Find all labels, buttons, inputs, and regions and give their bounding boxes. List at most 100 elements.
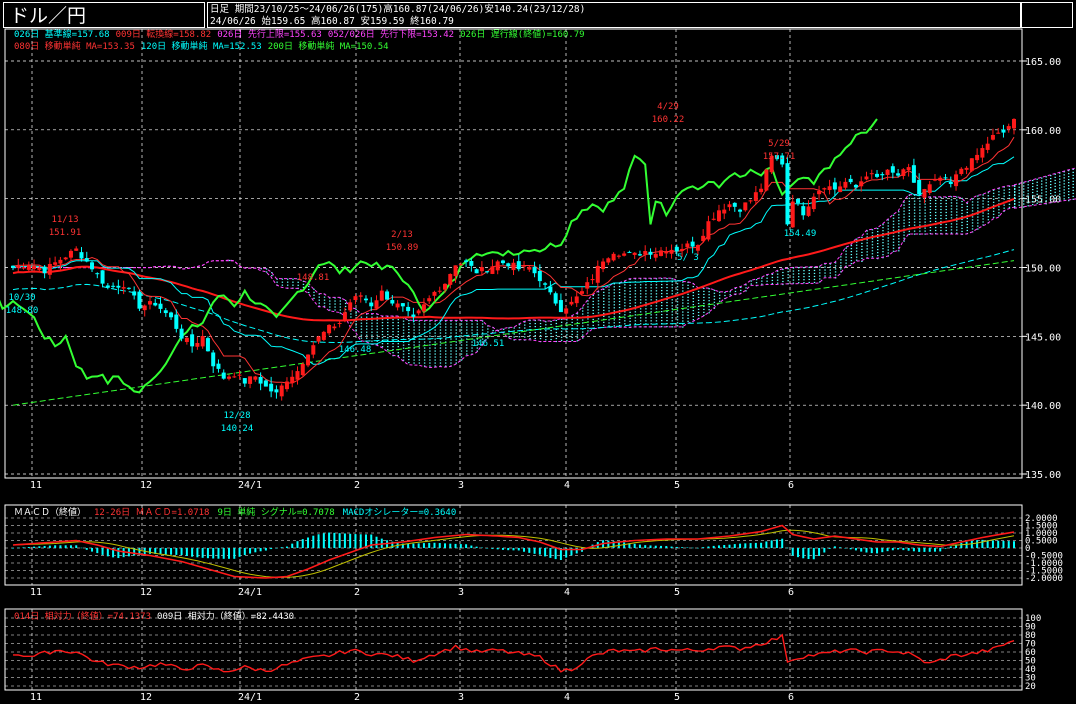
cloud-dot <box>1023 197 1025 199</box>
cloud-dot <box>476 329 479 331</box>
cloud-dot <box>629 299 631 301</box>
cloud-dot <box>771 282 774 285</box>
cloud-dot <box>661 310 663 313</box>
cloud-dot <box>418 356 421 358</box>
cloud-dot <box>550 320 552 323</box>
histogram-bar <box>486 548 489 549</box>
candle-body <box>184 337 189 343</box>
cloud-dot <box>692 298 695 300</box>
cloud-dot <box>650 287 652 289</box>
histogram-bar <box>275 547 278 549</box>
cloud-dot <box>418 323 421 325</box>
histogram-bar <box>544 548 547 557</box>
cloud-dot <box>355 314 357 316</box>
cloud-dot <box>850 260 853 262</box>
cloud-dot <box>434 329 436 331</box>
cloud-dot <box>408 352 410 355</box>
cloud-dot <box>445 338 447 340</box>
cloud-dot <box>934 217 937 220</box>
histogram-bar <box>433 542 436 548</box>
cloud-dot <box>850 257 853 259</box>
histogram-bar <box>465 544 468 548</box>
cloud-dot <box>445 335 447 337</box>
cloud-dot <box>1045 182 1047 184</box>
cloud-dot <box>840 256 842 258</box>
cloud-dot <box>418 326 421 328</box>
cloud-dot <box>550 329 552 332</box>
cloud-dot <box>1050 180 1052 183</box>
cloud-dot <box>776 276 779 278</box>
cloud-dot <box>376 319 378 321</box>
cloud-dot <box>924 230 926 232</box>
cloud-dot <box>418 353 421 355</box>
candle-body <box>659 250 664 256</box>
cloud-dot <box>1018 186 1020 188</box>
cloud-dot <box>360 331 363 333</box>
cloud-dot <box>676 322 679 324</box>
cloud-dot <box>450 353 452 355</box>
cloud-dot <box>919 215 921 217</box>
cloud-dot <box>555 337 558 340</box>
cloud-dot <box>1063 186 1065 188</box>
cloud-dot <box>608 307 610 309</box>
cloud-dot <box>887 252 889 254</box>
cloud-dot <box>639 299 642 301</box>
cloud-dot <box>418 344 421 346</box>
cloud-dot <box>887 222 889 224</box>
cloud-dot <box>877 242 879 245</box>
candle-body <box>927 184 932 193</box>
cloud-dot <box>671 299 673 301</box>
histogram-bar <box>633 543 636 548</box>
cloud-dot <box>703 311 705 313</box>
cloud-dot <box>1023 182 1025 184</box>
cloud-dot <box>1003 192 1005 194</box>
cloud-dot <box>597 303 600 305</box>
histogram-bar <box>307 537 310 548</box>
cloud-dot <box>613 292 615 294</box>
candle-body <box>948 181 953 184</box>
histogram-bar <box>733 544 736 548</box>
histogram-bar <box>201 548 204 558</box>
cloud-dot <box>971 216 974 218</box>
cloud-dot <box>692 292 695 294</box>
cloud-dot <box>487 328 489 330</box>
candle-body <box>47 263 52 275</box>
cloud-dot <box>434 338 436 340</box>
cloud-dot <box>408 334 410 337</box>
cloud-dot <box>855 247 858 249</box>
cloud-dot <box>1027 193 1029 195</box>
cloud-dot <box>1072 174 1074 176</box>
cloud-dot <box>455 332 457 334</box>
cloud-dot <box>603 297 605 299</box>
cloud-dot <box>608 322 610 324</box>
cloud-dot <box>571 321 573 324</box>
histogram-bar <box>407 543 410 548</box>
cloud-dot <box>545 336 547 338</box>
x-tick-label: 3 <box>458 692 464 703</box>
cloud-dot <box>987 195 990 197</box>
cloud-dot <box>387 331 389 333</box>
candle-body <box>427 298 432 302</box>
cloud-dot <box>445 332 447 334</box>
histogram-bar <box>317 534 320 548</box>
cloud-dot <box>360 322 363 324</box>
chart-window: ドル／円 日足 期間23/10/25〜24/06/26(175)高160.87(… <box>0 0 1076 704</box>
cloud-dot <box>445 323 447 325</box>
cloud-dot <box>950 223 953 225</box>
cloud-dot <box>819 275 821 277</box>
cloud-dot <box>634 311 637 313</box>
cloud-dot <box>1003 195 1005 197</box>
cloud-dot <box>977 222 979 224</box>
candle-body <box>616 255 621 257</box>
histogram-bar <box>69 545 72 548</box>
cloud-dot <box>634 296 637 298</box>
candle-body <box>84 258 89 262</box>
cloud-dot <box>803 270 805 272</box>
cloud-dot <box>913 215 916 217</box>
cloud-dot <box>887 240 889 242</box>
cloud-dot <box>1045 197 1047 199</box>
cloud-dot <box>381 322 384 324</box>
cloud-dot <box>797 270 800 272</box>
cloud-dot <box>518 327 521 329</box>
cloud-dot <box>624 287 626 289</box>
